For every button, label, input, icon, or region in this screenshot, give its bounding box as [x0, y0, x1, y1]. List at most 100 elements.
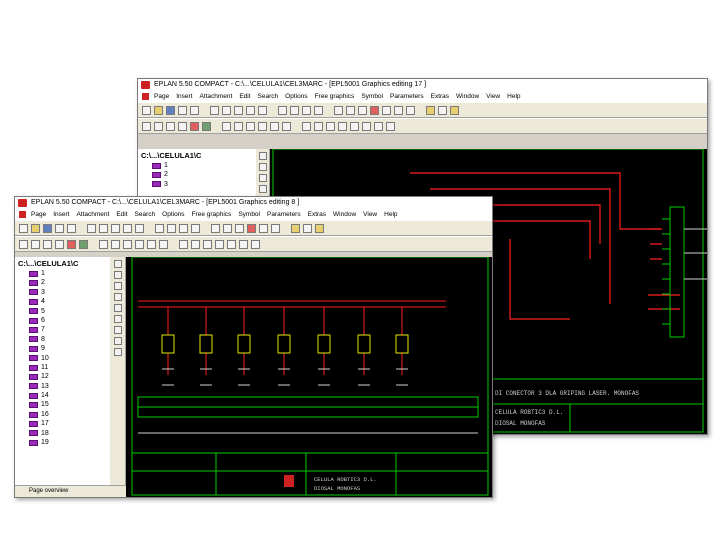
save-icon[interactable]	[43, 223, 52, 233]
zoom-out-icon[interactable]	[290, 105, 299, 115]
zoom-out-icon[interactable]	[167, 223, 176, 233]
terminal-icon[interactable]	[271, 223, 280, 233]
tree-item[interactable]: 14	[15, 391, 110, 400]
tree-item[interactable]: 6	[15, 316, 110, 325]
preview-icon[interactable]	[67, 223, 76, 233]
back-menu-view[interactable]: View	[486, 93, 500, 100]
delete-icon[interactable]	[190, 121, 199, 131]
cross-ref-icon[interactable]	[259, 223, 268, 233]
minus-icon[interactable]	[113, 315, 122, 323]
snap-icon[interactable]	[346, 105, 355, 115]
arc-icon[interactable]	[258, 121, 267, 131]
paste-icon[interactable]	[111, 223, 120, 233]
tree-item[interactable]: 2	[138, 170, 256, 179]
grid-icon[interactable]	[211, 223, 220, 233]
back-tree-root[interactable]: C:\...\CELULA1\C	[138, 149, 256, 161]
tree-item[interactable]: 9	[15, 344, 110, 353]
undo-icon[interactable]	[123, 223, 132, 233]
print-icon[interactable]	[55, 223, 64, 233]
page-last-icon[interactable]	[55, 239, 64, 249]
tree-item[interactable]: 7	[15, 325, 110, 334]
select-icon[interactable]	[113, 260, 122, 268]
preview-icon[interactable]	[190, 105, 199, 115]
line-icon[interactable]	[99, 239, 108, 249]
page-last-icon[interactable]	[178, 121, 187, 131]
check-icon[interactable]	[79, 239, 88, 249]
undo-icon[interactable]	[246, 105, 255, 115]
front-tree-root[interactable]: C:\...\CELULA1\C	[15, 257, 110, 269]
redraw-icon[interactable]	[314, 105, 323, 115]
back-menu-options[interactable]: Options	[285, 93, 307, 100]
zoom-window-icon[interactable]	[302, 105, 311, 115]
front-menu-options[interactable]: Options	[162, 211, 184, 218]
properties-icon[interactable]	[426, 105, 435, 115]
lock-icon[interactable]	[386, 121, 395, 131]
page-first-icon[interactable]	[142, 121, 151, 131]
select-icon[interactable]	[258, 152, 267, 160]
snap-icon[interactable]	[223, 223, 232, 233]
document-menu-icon[interactable]	[142, 93, 149, 100]
back-menu-attachment[interactable]: Attachment	[199, 93, 232, 100]
macro-icon[interactable]	[113, 348, 122, 356]
tree-item[interactable]: 18	[15, 429, 110, 438]
tree-item[interactable]: 17	[15, 419, 110, 428]
page-next-icon[interactable]	[43, 239, 52, 249]
back-menu-free-graphics[interactable]: Free graphics	[315, 93, 355, 100]
zoom-in-icon[interactable]	[155, 223, 164, 233]
front-menu-page[interactable]: Page	[31, 211, 46, 218]
tree-item[interactable]: 3	[15, 288, 110, 297]
redo-icon[interactable]	[135, 223, 144, 233]
potential-icon[interactable]	[258, 185, 267, 193]
tree-item[interactable]: 8	[15, 335, 110, 344]
connect-icon[interactable]	[113, 282, 122, 290]
line-icon[interactable]	[222, 121, 231, 131]
page-prev-icon[interactable]	[154, 121, 163, 131]
open-icon[interactable]	[154, 105, 163, 115]
delete-icon[interactable]	[67, 239, 76, 249]
redraw-icon[interactable]	[191, 223, 200, 233]
tree-item[interactable]: 11	[15, 363, 110, 372]
copy-icon[interactable]	[222, 105, 231, 115]
redo-icon[interactable]	[258, 105, 267, 115]
front-menu-view[interactable]: View	[363, 211, 377, 218]
rotate-icon[interactable]	[191, 239, 200, 249]
back-menu-parameters[interactable]: Parameters	[390, 93, 424, 100]
connect-icon[interactable]	[258, 174, 267, 182]
front-menu-parameters[interactable]: Parameters	[267, 211, 301, 218]
back-menu-edit[interactable]: Edit	[239, 93, 250, 100]
grid-icon[interactable]	[334, 105, 343, 115]
symbol-icon[interactable]	[370, 105, 379, 115]
layer-icon[interactable]	[235, 223, 244, 233]
tree-item[interactable]: 1	[138, 161, 256, 170]
back-menu-window[interactable]: Window	[456, 93, 479, 100]
document-menu-icon[interactable]	[19, 211, 26, 218]
ungroup-icon[interactable]	[374, 121, 383, 131]
text-tool-icon[interactable]	[113, 337, 122, 345]
front-menu-free-graphics[interactable]: Free graphics	[192, 211, 232, 218]
arc-icon[interactable]	[113, 326, 122, 334]
terminal-icon[interactable]	[394, 105, 403, 115]
align-icon[interactable]	[350, 121, 359, 131]
rotate-icon[interactable]	[314, 121, 323, 131]
front-page-tree[interactable]: C:\...\CELULA1\C 1 2 3 4 5 6 7 8 9 10 11…	[15, 257, 111, 485]
align-icon[interactable]	[227, 239, 236, 249]
tree-item[interactable]: 2	[15, 278, 110, 287]
group-icon[interactable]	[362, 121, 371, 131]
save-icon[interactable]	[166, 105, 175, 115]
cable-icon[interactable]	[406, 105, 415, 115]
draw-icon[interactable]	[113, 271, 122, 279]
arc-icon[interactable]	[135, 239, 144, 249]
back-menu-page[interactable]: Page	[154, 93, 169, 100]
context-help-icon[interactable]	[450, 105, 459, 115]
back-menu-extras[interactable]: Extras	[431, 93, 449, 100]
move-icon[interactable]	[179, 239, 188, 249]
tree-item[interactable]: 19	[15, 438, 110, 447]
mirror-icon[interactable]	[326, 121, 335, 131]
context-help-icon[interactable]	[315, 223, 324, 233]
circle-icon[interactable]	[123, 239, 132, 249]
zoom-window-icon[interactable]	[179, 223, 188, 233]
properties-icon[interactable]	[291, 223, 300, 233]
layer-icon[interactable]	[358, 105, 367, 115]
front-menu-help[interactable]: Help	[384, 211, 397, 218]
back-menu-insert[interactable]: Insert	[176, 93, 192, 100]
